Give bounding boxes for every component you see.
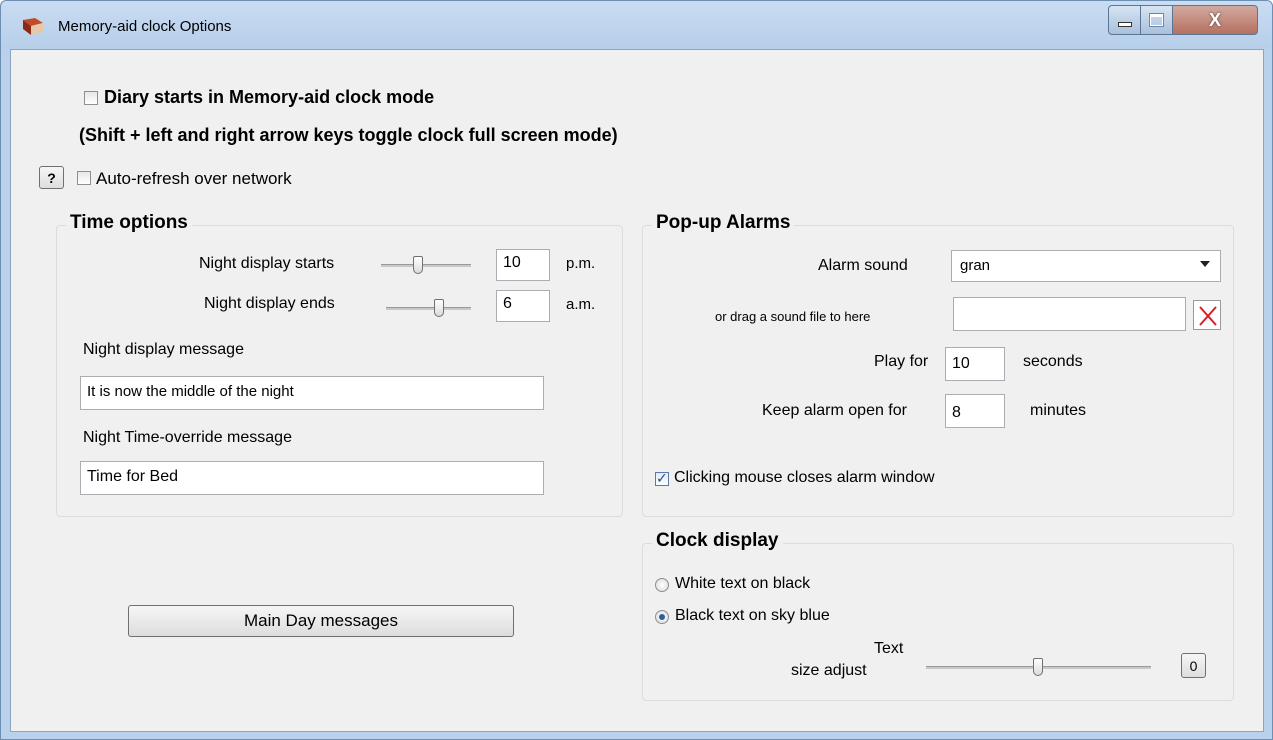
chevron-down-icon xyxy=(1200,261,1210,267)
night-message-label: Night display message xyxy=(83,341,244,358)
slider-track xyxy=(381,264,471,267)
title-bar[interactable]: Memory-aid clock Options X xyxy=(1,1,1272,49)
clicking-closes-label[interactable]: Clicking mouse closes alarm window xyxy=(674,469,935,487)
options-window: Memory-aid clock Options X Diary starts … xyxy=(0,0,1273,740)
play-for-label: Play for xyxy=(874,353,929,370)
override-message-label: Night Time-override message xyxy=(83,429,292,446)
minimize-icon xyxy=(1117,21,1132,27)
slider-track xyxy=(386,307,471,310)
play-for-unit: seconds xyxy=(1023,353,1083,370)
night-ends-slider[interactable] xyxy=(386,295,471,321)
main-day-messages-button[interactable]: Main Day messages xyxy=(128,605,514,637)
slider-thumb[interactable] xyxy=(413,256,423,274)
keep-open-label: Keep alarm open for xyxy=(762,402,907,419)
client-area: Diary starts in Memory-aid clock mode (S… xyxy=(10,49,1264,732)
text-size-value: 0 xyxy=(1189,657,1198,674)
white-on-black-label[interactable]: White text on black xyxy=(675,575,810,593)
time-options-title: Time options xyxy=(66,212,192,234)
black-on-skyblue-label[interactable]: Black text on sky blue xyxy=(675,607,830,625)
night-ends-input[interactable]: 6 xyxy=(496,290,550,322)
clock-display-title: Clock display xyxy=(652,530,783,552)
close-button[interactable]: X xyxy=(1172,5,1258,35)
help-button-label: ? xyxy=(47,169,56,186)
book-icon xyxy=(23,18,43,35)
main-day-messages-label: Main Day messages xyxy=(243,611,398,630)
override-message-input[interactable]: Time for Bed xyxy=(80,461,544,495)
text-size-label-line2: size adjust xyxy=(791,662,867,679)
minimize-button[interactable] xyxy=(1108,5,1141,35)
popup-alarms-title: Pop-up Alarms xyxy=(652,212,795,234)
autorefresh-checkbox[interactable] xyxy=(77,171,91,185)
night-message-input[interactable]: It is now the middle of the night xyxy=(80,376,544,410)
maximize-icon xyxy=(1150,14,1163,26)
night-ends-label: Night display ends xyxy=(204,295,335,312)
radio-white-on-black[interactable] xyxy=(655,578,669,592)
slider-thumb[interactable] xyxy=(434,299,444,317)
shortcut-hint: (Shift + left and right arrow keys toggl… xyxy=(79,125,618,145)
autorefresh-label[interactable]: Auto-refresh over network xyxy=(96,169,292,189)
red-x-icon xyxy=(1199,306,1217,326)
text-size-value-button[interactable]: 0 xyxy=(1181,653,1206,678)
maximize-button[interactable] xyxy=(1140,5,1173,35)
alarm-sound-label: Alarm sound xyxy=(818,257,908,274)
keep-open-unit: minutes xyxy=(1030,402,1087,419)
window-title: Memory-aid clock Options xyxy=(58,18,232,35)
clicking-closes-checkbox[interactable] xyxy=(655,470,669,487)
play-for-input[interactable]: 10 xyxy=(945,347,1005,381)
night-starts-input[interactable]: 10 xyxy=(496,249,550,281)
alarm-sound-select[interactable]: gran xyxy=(951,250,1221,282)
night-ends-unit: a.m. xyxy=(566,296,596,313)
drag-sound-dropzone[interactable] xyxy=(953,297,1186,331)
night-starts-unit: p.m. xyxy=(566,255,596,272)
diary-checkbox-label[interactable]: Diary starts in Memory-aid clock mode xyxy=(104,87,434,108)
slider-thumb[interactable] xyxy=(1033,658,1043,676)
night-starts-slider[interactable] xyxy=(381,252,471,278)
text-size-slider[interactable] xyxy=(926,654,1151,680)
clear-sound-button[interactable] xyxy=(1193,300,1221,330)
alarm-sound-value: gran xyxy=(960,257,991,274)
radio-black-on-skyblue[interactable] xyxy=(655,610,669,624)
night-starts-label: Night display starts xyxy=(199,255,335,272)
drag-sound-label: or drag a sound file to here xyxy=(715,309,871,324)
close-icon: X xyxy=(1208,9,1221,30)
diary-checkbox[interactable] xyxy=(84,91,98,105)
keep-open-input[interactable]: 8 xyxy=(945,394,1005,428)
text-size-label-line1: Text xyxy=(874,640,904,657)
help-button[interactable]: ? xyxy=(39,166,64,189)
